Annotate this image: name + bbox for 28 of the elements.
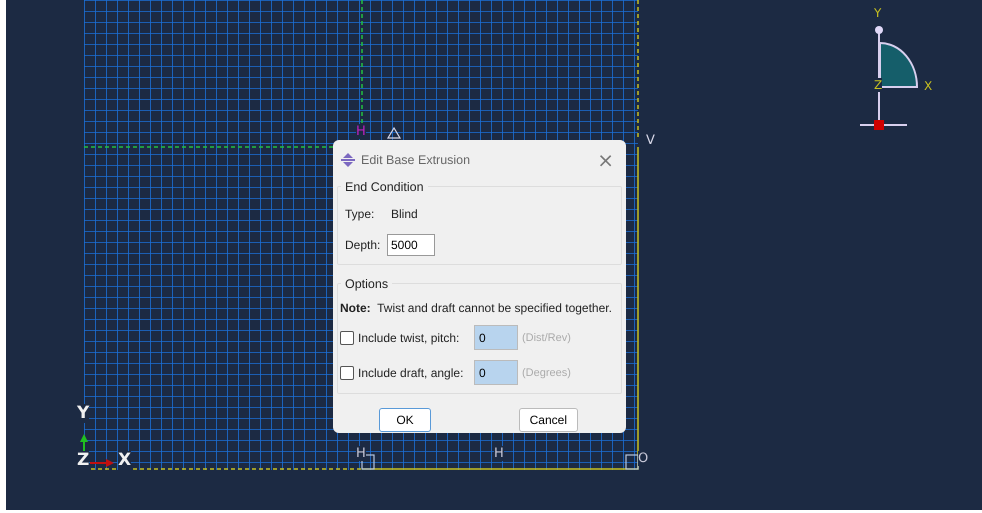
axis-label: Z	[77, 451, 90, 470]
extrusion-icon	[341, 153, 355, 167]
constraint-label: H	[356, 446, 366, 461]
note-text: Note: Twist and draft cannot be specified together.	[340, 301, 613, 315]
ok-button[interactable]: OK	[379, 408, 431, 432]
axis-label: Y	[77, 404, 90, 423]
checkbox-label: Include twist, pitch:	[358, 330, 460, 344]
triad-axis-label: X	[924, 79, 932, 93]
unit-label: (Degrees)	[522, 366, 571, 378]
axis-label: X	[118, 451, 132, 470]
triangle-icon	[386, 126, 402, 139]
triad-axis-label: Z	[874, 78, 882, 92]
close-button[interactable]: ×	[593, 150, 618, 170]
checkbox-label: Include draft, angle:	[358, 366, 464, 380]
triad-axis-label: Y	[874, 6, 882, 20]
unit-label: (Dist/Rev)	[522, 332, 571, 344]
group-title: Options	[341, 277, 392, 291]
constraint-label: O	[638, 451, 648, 466]
cancel-button[interactable]: Cancel	[518, 408, 578, 432]
group-title: End Condition	[341, 180, 428, 194]
depth-input[interactable]: 5000	[387, 234, 435, 256]
field-label: Type:	[345, 207, 376, 221]
corner-square	[625, 454, 639, 470]
constraint-label: H	[494, 446, 504, 461]
constraint-label: H	[356, 124, 366, 139]
type-value: Blind	[391, 207, 418, 221]
dialog-title: Edit Base Extrusion	[361, 153, 472, 167]
field-label: Depth:	[345, 238, 381, 252]
